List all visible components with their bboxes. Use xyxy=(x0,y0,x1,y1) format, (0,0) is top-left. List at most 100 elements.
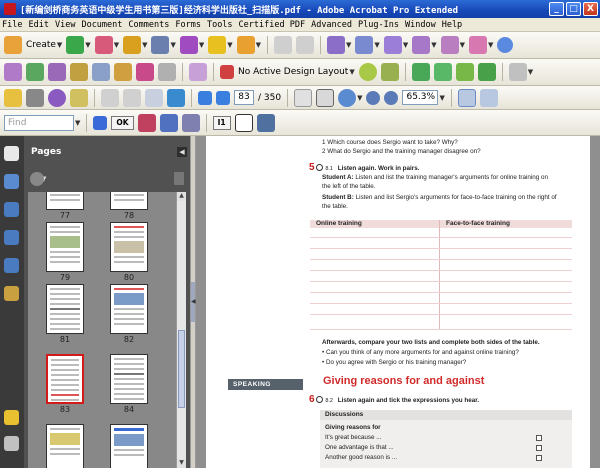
chevron-down-icon[interactable]: ▼ xyxy=(256,41,261,49)
secure-lock-icon[interactable] xyxy=(123,36,142,54)
page-number-input[interactable]: 83 xyxy=(234,90,254,105)
chevron-down-icon[interactable]: ▼ xyxy=(85,41,90,49)
page-thumbnail[interactable] xyxy=(110,284,148,334)
chevron-down-icon[interactable]: ▼ xyxy=(488,41,493,49)
chevron-down-icon[interactable]: ▼ xyxy=(528,68,533,76)
collaborate-icon[interactable] xyxy=(94,36,113,54)
menu-help[interactable]: Help xyxy=(442,20,462,30)
page-thumbnail[interactable] xyxy=(110,354,148,404)
signatures-icon[interactable] xyxy=(4,202,19,217)
page-thumbnail[interactable] xyxy=(46,192,84,210)
chevron-down-icon[interactable]: ▼ xyxy=(403,41,408,49)
chevron-down-icon[interactable]: ▼ xyxy=(357,94,362,102)
comments-nav-icon[interactable] xyxy=(4,410,19,425)
text-box-icon[interactable] xyxy=(4,63,22,81)
menu-window[interactable]: Window xyxy=(405,20,436,30)
comment-bubble-icon[interactable] xyxy=(411,63,430,81)
acrobat-app-icon[interactable] xyxy=(4,3,16,15)
attachments-paperclip-icon[interactable] xyxy=(4,436,19,451)
chevron-down-icon[interactable]: ▼ xyxy=(114,41,119,49)
zoom-level-input[interactable]: 65.3% xyxy=(402,90,439,105)
tick-box[interactable] xyxy=(536,455,542,461)
comment-icon[interactable] xyxy=(236,36,255,54)
thumbnail-scrollbar[interactable]: ▲ ▼ xyxy=(176,192,186,468)
menu-comments[interactable]: Comments xyxy=(128,20,169,30)
layers-nav-icon[interactable] xyxy=(4,230,19,245)
hand-tool-icon[interactable] xyxy=(316,88,335,107)
page-thumbnail[interactable] xyxy=(46,284,84,334)
ok-button[interactable]: OK xyxy=(111,115,134,130)
marquee-icon[interactable] xyxy=(355,36,374,54)
forms-icon[interactable] xyxy=(179,36,198,54)
chevron-down-icon[interactable]: ▼ xyxy=(57,41,62,49)
scroll-up-icon[interactable]: ▲ xyxy=(177,192,186,201)
page-thumbnail[interactable] xyxy=(110,222,148,272)
chevron-down-icon[interactable]: ▼ xyxy=(460,41,465,49)
email-icon[interactable] xyxy=(433,63,452,81)
article-tool-icon[interactable] xyxy=(234,113,253,132)
crop-icon[interactable] xyxy=(159,113,178,132)
open-folder-icon[interactable] xyxy=(4,88,22,107)
menu-edit[interactable]: Edit xyxy=(28,20,48,30)
next-page-icon[interactable] xyxy=(216,90,230,105)
chevron-down-icon[interactable]: ▼ xyxy=(170,41,175,49)
options-gear-icon[interactable] xyxy=(30,172,44,186)
table-icon[interactable] xyxy=(158,63,176,81)
page-thumbnail-selected[interactable] xyxy=(46,354,84,404)
pages-icon[interactable] xyxy=(4,146,19,161)
close-button[interactable]: X xyxy=(583,2,598,16)
splitter-grip[interactable]: ◀ xyxy=(191,282,196,322)
menu-certified-pdf[interactable]: Certified PDF xyxy=(239,20,306,30)
page-green-icon[interactable] xyxy=(380,63,399,81)
save-icon[interactable] xyxy=(70,88,88,107)
sign-pen-icon[interactable] xyxy=(151,36,170,54)
find-input[interactable]: Find xyxy=(4,114,74,131)
chevron-down-icon[interactable]: ▼ xyxy=(349,68,354,76)
collapse-panel-button[interactable]: ◀ xyxy=(177,147,187,157)
chevron-down-icon[interactable]: ▼ xyxy=(346,41,351,49)
menu-advanced[interactable]: Advanced xyxy=(311,20,352,30)
menu-forms[interactable]: Forms xyxy=(175,20,201,30)
design-layout-icon[interactable] xyxy=(220,65,234,79)
tags-icon[interactable] xyxy=(4,286,19,301)
link-tool-icon[interactable] xyxy=(181,113,200,132)
menu-file[interactable]: File xyxy=(2,20,22,30)
scroll-down-icon[interactable]: ▼ xyxy=(177,459,186,468)
radio-icon[interactable] xyxy=(48,63,66,81)
zoom-in-icon[interactable] xyxy=(384,90,399,105)
image-field-icon[interactable] xyxy=(114,63,132,81)
attach-icon[interactable] xyxy=(256,113,275,132)
scroll-thumb[interactable] xyxy=(178,330,185,408)
chevron-down-icon[interactable]: ▼ xyxy=(227,41,232,49)
earth-share-icon[interactable] xyxy=(167,88,185,107)
zoom-marquee-icon[interactable] xyxy=(338,88,357,107)
maximize-button[interactable]: □ xyxy=(566,2,581,16)
grid-icon[interactable] xyxy=(455,63,474,81)
check-box-icon[interactable] xyxy=(26,63,44,81)
list-icon[interactable] xyxy=(70,63,88,81)
select-object-icon[interactable] xyxy=(327,36,346,54)
page-thumbnail[interactable] xyxy=(110,424,148,468)
previous-page-icon[interactable] xyxy=(198,90,212,105)
model-tree-icon[interactable] xyxy=(4,258,19,273)
page-thumbnail[interactable] xyxy=(110,192,148,210)
options-icon[interactable] xyxy=(508,63,527,81)
design-layout-selector[interactable]: No Active Design Layout xyxy=(238,67,348,77)
print-form-icon[interactable] xyxy=(92,63,110,81)
button-field-icon[interactable] xyxy=(136,63,154,81)
zoom-out-icon[interactable] xyxy=(366,90,381,105)
bookmarks-icon[interactable] xyxy=(4,174,19,189)
chevron-down-icon[interactable]: ▼ xyxy=(431,41,436,49)
text-field-icon[interactable] xyxy=(412,36,431,54)
select-arrow-icon[interactable] xyxy=(93,115,108,130)
distribute-icon[interactable] xyxy=(189,63,207,81)
menu-plug-ins[interactable]: Plug-Ins xyxy=(358,20,399,30)
menu-tools[interactable]: Tools xyxy=(207,20,233,30)
combine-files-icon[interactable] xyxy=(66,36,85,54)
tick-box[interactable] xyxy=(536,435,542,441)
page-thumbnail[interactable] xyxy=(46,222,84,272)
i1-button[interactable]: I1 xyxy=(212,115,231,130)
select-text-icon[interactable] xyxy=(294,88,313,107)
chevron-down-icon[interactable]: ▼ xyxy=(199,41,204,49)
minimize-button[interactable]: _ xyxy=(549,2,564,16)
